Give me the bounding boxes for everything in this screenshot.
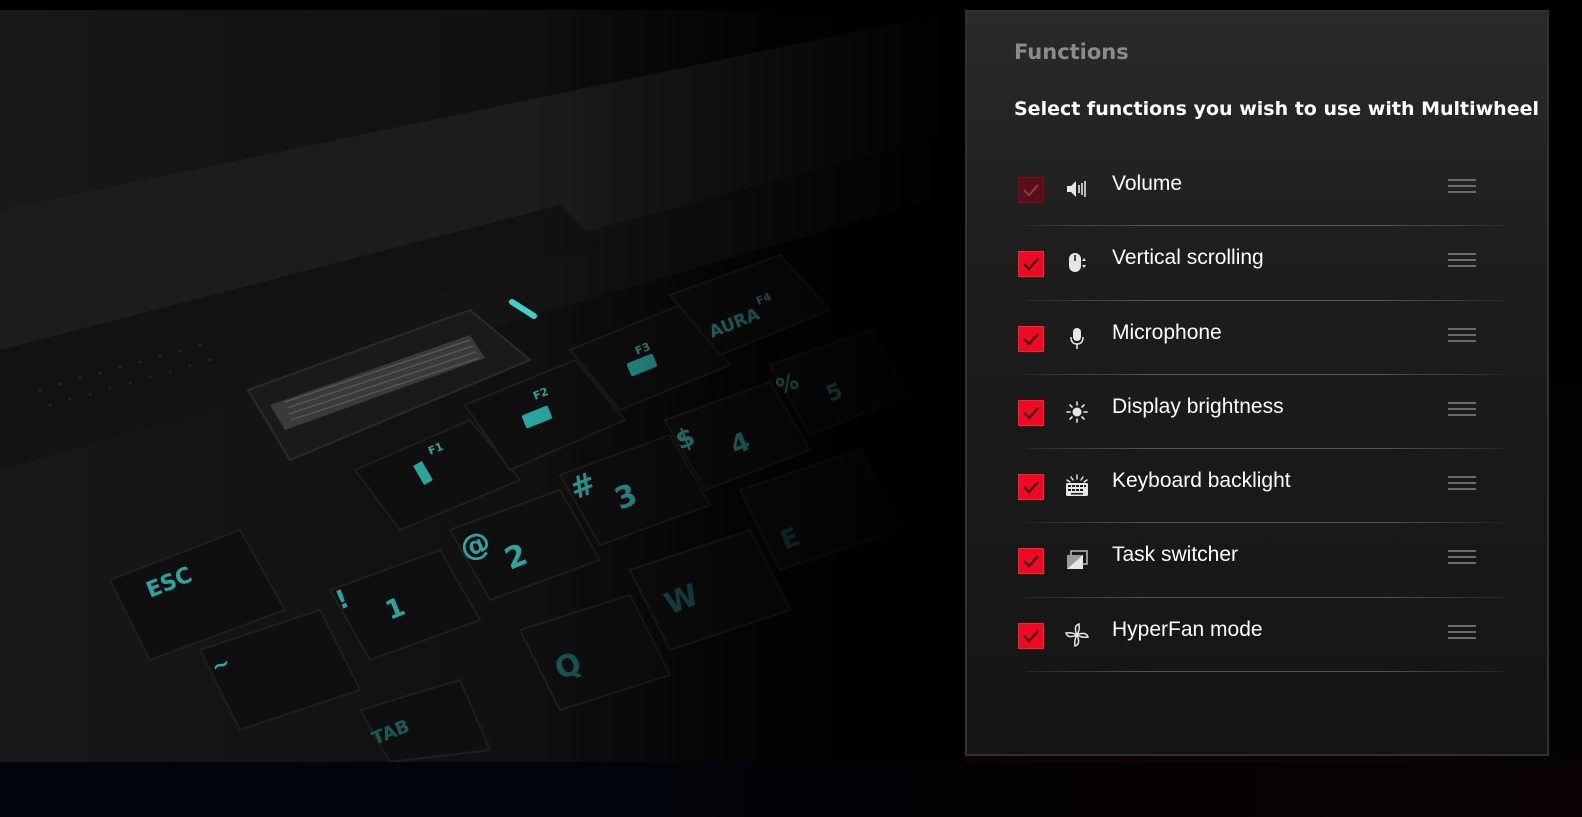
- keyboard-backlight-checkbox[interactable]: [1018, 474, 1044, 501]
- function-label: Vertical scrolling: [1112, 246, 1264, 270]
- display-brightness-checkbox[interactable]: [1018, 399, 1044, 426]
- mouse-scroll-icon: [1064, 250, 1090, 276]
- functions-panel: Functions Select functions you wish to u…: [965, 10, 1549, 756]
- function-item-hyperfan-mode[interactable]: HyperFan mode: [1014, 598, 1504, 673]
- function-label: Display brightness: [1112, 394, 1284, 418]
- function-label: Microphone: [1112, 320, 1222, 344]
- checkmark-icon: [1023, 481, 1039, 494]
- panel-subtitle: Select functions you wish to use with Mu…: [1014, 98, 1539, 120]
- drag-handle-icon[interactable]: [1448, 550, 1476, 568]
- checkmark-icon: [1023, 555, 1039, 569]
- brightness-icon: [1064, 399, 1090, 425]
- function-item-volume[interactable]: Volume: [1014, 152, 1504, 227]
- checkmark-icon: [1023, 332, 1039, 346]
- volume-icon: [1064, 176, 1090, 202]
- bottom-glow: [0, 762, 1582, 817]
- drag-handle-icon[interactable]: [1448, 624, 1476, 643]
- hyperfan-mode-checkbox[interactable]: [1018, 622, 1044, 649]
- microphone-checkbox[interactable]: [1018, 325, 1044, 352]
- keyboard-illustration: ESC F1 F2 F3 F4 AURA # 3 $ 4 % 5 @ 2 ! 1…: [0, 10, 965, 762]
- volume-checkbox[interactable]: [1018, 177, 1044, 203]
- task-switcher-icon: [1064, 547, 1090, 573]
- drag-handle-icon[interactable]: [1448, 401, 1476, 420]
- checkmark-icon: [1023, 258, 1039, 271]
- checkmark-icon: [1023, 184, 1039, 197]
- multiwheel-settings-page: ESC F1 F2 F3 F4 AURA # 3 $ 4 % 5 @ 2 ! 1…: [0, 0, 1582, 817]
- function-list: Volume Vertical scrolling Microphone Dis…: [1014, 152, 1504, 673]
- function-label: Task switcher: [1112, 543, 1239, 567]
- keyboard-backlight-icon: [1064, 473, 1090, 499]
- fan-icon: [1064, 622, 1090, 648]
- function-label: HyperFan mode: [1112, 617, 1263, 641]
- drag-handle-icon[interactable]: [1448, 476, 1476, 494]
- function-label: Volume: [1112, 172, 1183, 195]
- checkmark-icon: [1023, 407, 1039, 420]
- drag-handle-icon[interactable]: [1448, 179, 1476, 197]
- drag-handle-icon[interactable]: [1448, 327, 1476, 346]
- function-item-vertical-scrolling[interactable]: Vertical scrolling: [1014, 226, 1504, 301]
- function-item-task-switcher[interactable]: Task switcher: [1014, 523, 1504, 599]
- vertical-scrolling-checkbox[interactable]: [1018, 251, 1044, 278]
- function-item-keyboard-backlight[interactable]: Keyboard backlight: [1014, 449, 1504, 524]
- function-item-display-brightness[interactable]: Display brightness: [1014, 375, 1504, 450]
- keyboard-hero-image: ESC F1 F2 F3 F4 AURA # 3 $ 4 % 5 @ 2 ! 1…: [0, 10, 965, 762]
- function-label: Keyboard backlight: [1112, 469, 1291, 493]
- function-item-microphone[interactable]: Microphone: [1014, 301, 1504, 376]
- panel-title: Functions: [1014, 40, 1129, 64]
- drag-handle-icon[interactable]: [1448, 253, 1476, 271]
- microphone-icon: [1064, 325, 1090, 351]
- checkmark-icon: [1023, 630, 1039, 643]
- task-switcher-checkbox[interactable]: [1018, 548, 1044, 575]
